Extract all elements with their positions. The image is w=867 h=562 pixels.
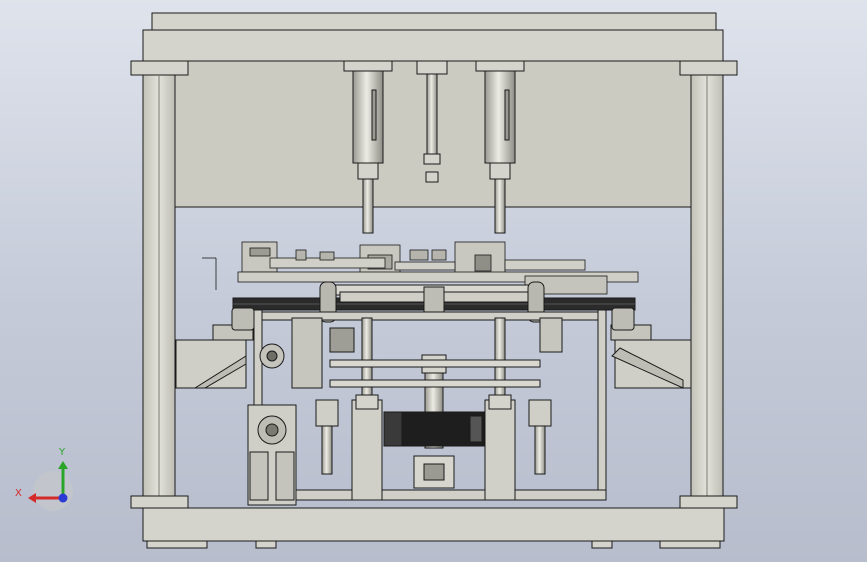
z-axis-dot [58,493,68,503]
base-frame [142,507,725,549]
top-beam [142,29,724,62]
top-cap-plate [151,12,717,32]
machine-drawing: X Y [15,12,738,549]
cad-viewport[interactable]: X Y [0,0,867,562]
x-axis-label: X [15,488,22,499]
x-axis-arrowhead [28,493,36,503]
right-bracket [610,307,692,389]
y-axis-label: Y [58,447,66,458]
y-axis-arrowhead [58,461,68,469]
servo-motor [383,411,485,447]
left-bracket [175,307,255,389]
axis-triad[interactable]: X Y [15,447,73,511]
